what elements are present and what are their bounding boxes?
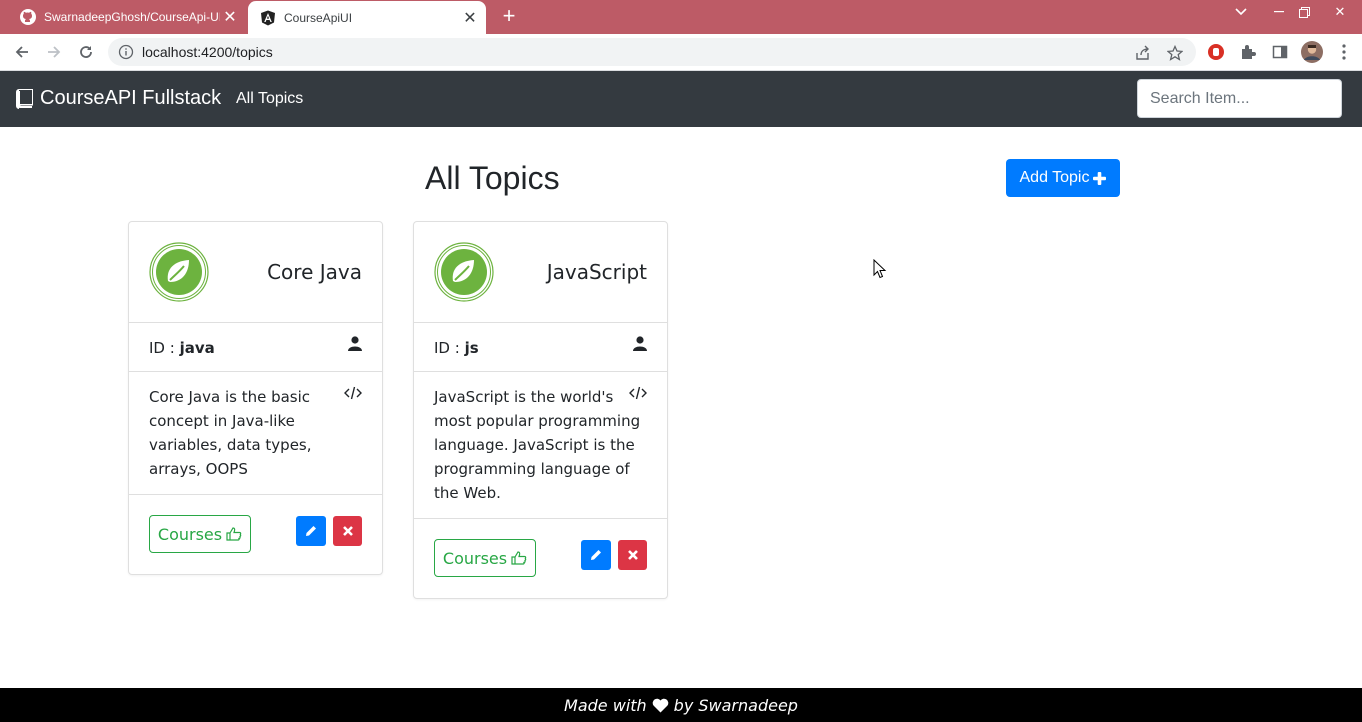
plus-icon [1093,171,1107,185]
code-icon [344,386,362,400]
browser-toolbar: localhost:4200/topics [0,34,1362,71]
forward-icon[interactable] [42,40,66,64]
courses-button[interactable]: Courses [149,515,251,553]
close-icon[interactable]: ✕ [220,7,240,27]
angular-icon [260,10,276,26]
edit-button[interactable] [296,516,326,546]
id-value: java [179,339,215,357]
nav-link-all-topics[interactable]: All Topics [236,90,303,108]
new-tab-icon[interactable]: + [498,5,520,27]
topic-description: Core Java is the basic concept in Java-l… [149,388,312,478]
brand-text: CourseAPI Fullstack [40,87,222,109]
topic-card: JavaScript ID : js JavaScript is the wor… [413,221,668,599]
thumbs-up-icon [226,527,242,541]
bookmark-star-icon[interactable] [1166,44,1184,62]
add-topic-label: Add Topic [1019,169,1090,186]
back-icon[interactable] [10,40,34,64]
topic-id: ID : js [434,339,479,357]
topic-card: Core Java ID : java Core Java is the bas… [128,221,383,575]
side-panel-icon[interactable] [1269,41,1291,63]
spring-leaf-icon [434,242,494,302]
thumbs-up-icon [511,551,527,565]
extensions-puzzle-icon[interactable] [1237,41,1259,63]
info-icon[interactable] [118,44,134,60]
extension-stop-icon[interactable] [1205,41,1227,63]
tab-title: CourseApiUI [284,10,353,25]
courses-button[interactable]: Courses [434,539,536,577]
add-topic-button[interactable]: Add Topic [1006,159,1120,197]
courses-label: Courses [442,548,508,568]
user-icon [348,336,362,351]
browser-menu-icon[interactable] [1333,41,1355,63]
code-icon [629,386,647,400]
card-description: Core Java is the basic concept in Java-l… [129,372,382,495]
topic-id: ID : java [149,339,215,357]
edit-button[interactable] [581,540,611,570]
topic-name: Core Java [267,260,362,284]
card-description: JavaScript is the world's most popular p… [414,372,667,519]
restore-icon[interactable] [1288,0,1320,24]
pencil-icon [306,526,316,536]
card-id-row: ID : js [414,323,667,372]
card-id-row: ID : java [129,323,382,372]
topic-description: JavaScript is the world's most popular p… [434,388,641,502]
browser-tab-github[interactable]: SwarnadeepGhosh/CourseApi-UI ✕ [8,0,246,34]
delete-x-icon [627,550,638,560]
card-footer: Courses [414,519,667,598]
app-navbar: CourseAPI Fullstack All Topics [0,71,1362,127]
pencil-icon [591,550,601,560]
book-icon [16,88,33,109]
topic-name: JavaScript [546,260,647,284]
page-footer: Made with by Swarnadeep [0,688,1362,722]
mouse-cursor-icon [873,259,887,279]
page-title: All Topics [425,160,560,196]
share-icon[interactable] [1134,44,1152,62]
tab-title: SwarnadeepGhosh/CourseApi-UI [44,10,220,24]
id-label: ID : [434,339,460,357]
browser-tab-strip: SwarnadeepGhosh/CourseApi-UI ✕ CourseApi… [0,0,1362,34]
delete-button[interactable] [618,540,647,570]
brand-link[interactable]: CourseAPI Fullstack [16,87,221,110]
delete-x-icon [342,526,353,536]
id-label: ID : [149,339,175,357]
id-value: js [464,339,479,357]
card-header: JavaScript [414,222,667,323]
card-header: Core Java [129,222,382,323]
search-input[interactable] [1137,79,1342,118]
close-icon[interactable]: ✕ [460,8,480,28]
tab-search-chevron-icon[interactable] [1225,0,1257,24]
url-text: localhost:4200/topics [142,44,273,60]
courses-label: Courses [157,524,223,544]
footer-suffix: by Swarnadeep [673,695,798,715]
browser-tab-courseapiui[interactable]: CourseApiUI ✕ [248,1,486,34]
heart-icon [652,698,668,712]
user-icon [633,336,647,351]
address-bar[interactable]: localhost:4200/topics [108,38,1196,66]
close-window-icon[interactable]: ✕ [1324,0,1356,24]
profile-avatar[interactable] [1301,41,1323,63]
footer-prefix: Made with [564,695,647,715]
card-footer: Courses [129,495,382,574]
delete-button[interactable] [333,516,362,546]
spring-leaf-icon [149,242,209,302]
reload-icon[interactable] [74,40,98,64]
github-icon [20,9,36,25]
